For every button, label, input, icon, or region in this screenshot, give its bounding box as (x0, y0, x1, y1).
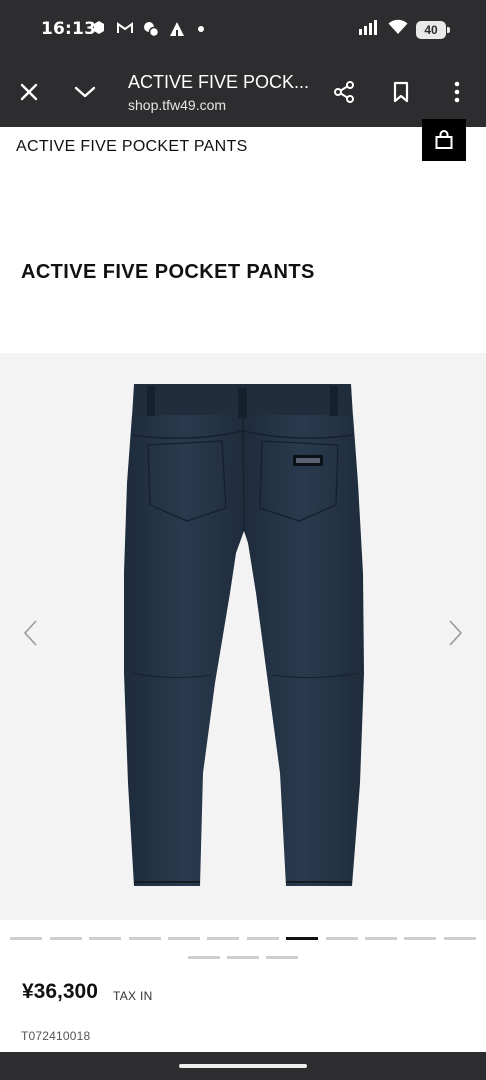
gesture-nav-bar (0, 1052, 486, 1080)
browser-toolbar: ACTIVE FIVE POCK... shop.tfw49.com (0, 60, 486, 127)
chevron-down-icon (74, 86, 96, 98)
carousel-dot[interactable] (227, 956, 259, 959)
notification-icons (90, 20, 204, 38)
dot-icon (198, 26, 204, 32)
shopping-bag-icon (435, 130, 453, 149)
sticky-product-title: ACTIVE FIVE POCKET PANTS (16, 138, 248, 155)
carousel-dot[interactable] (443, 937, 476, 940)
carousel-dot[interactable] (246, 937, 279, 940)
gmail-icon (116, 20, 134, 38)
carousel-dot[interactable] (128, 937, 161, 940)
share-button[interactable] (324, 72, 364, 112)
status-time: 16:13 (41, 19, 97, 39)
home-indicator[interactable] (179, 1064, 307, 1068)
collapse-button[interactable] (65, 72, 105, 112)
close-icon (20, 83, 38, 101)
carousel-dot[interactable] (364, 937, 397, 940)
product-image-carousel[interactable] (0, 353, 486, 920)
status-bar: 16:13 40 (0, 0, 486, 60)
signal-icon (358, 19, 380, 40)
sticky-header: ACTIVE FIVE POCKET PANTS (0, 127, 486, 167)
page-title: ACTIVE FIVE POCK... (128, 72, 310, 92)
battery-icon: 40 (416, 20, 450, 39)
product-price: ¥36,300 (22, 980, 98, 1003)
carousel-dot[interactable] (207, 937, 240, 940)
carousel-dot[interactable] (49, 937, 82, 940)
notification-icon (90, 20, 108, 38)
system-icons: 40 (358, 19, 450, 40)
carousel-dot[interactable] (10, 937, 43, 940)
wifi-icon (388, 19, 408, 40)
tax-label: TAX IN (113, 989, 153, 1003)
cart-button[interactable] (422, 119, 466, 161)
more-button[interactable] (437, 72, 477, 112)
close-button[interactable] (9, 72, 49, 112)
carousel-dot[interactable] (167, 937, 200, 940)
carousel-dot[interactable] (404, 937, 437, 940)
bookmark-icon (393, 81, 409, 103)
carousel-dot[interactable] (89, 937, 122, 940)
share-icon (334, 81, 354, 103)
bookmark-button[interactable] (381, 72, 421, 112)
product-sku: T072410018 (21, 1029, 91, 1043)
messenger-icon (142, 20, 160, 38)
page: 16:13 40 ACTIVE FIVE POCK... shop.tfw49.… (0, 0, 486, 1080)
carousel-dot[interactable] (325, 937, 358, 940)
more-icon (454, 81, 460, 103)
carousel-dot[interactable] (286, 937, 319, 940)
tent-icon (168, 20, 186, 38)
product-title: ACTIVE FIVE POCKET PANTS (21, 261, 315, 283)
carousel-dot[interactable] (187, 956, 220, 959)
product-image (124, 384, 364, 886)
carousel-dot[interactable] (266, 956, 299, 959)
page-url[interactable]: shop.tfw49.com (128, 97, 226, 113)
